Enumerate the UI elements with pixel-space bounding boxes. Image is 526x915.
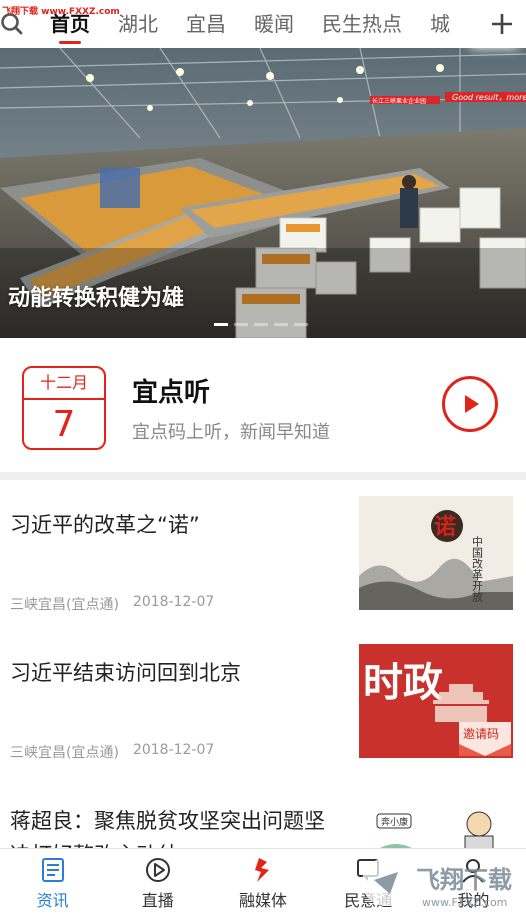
banner-pagination xyxy=(214,323,308,326)
banner-caption: 动能转换积健为雄 xyxy=(8,286,185,311)
calendar-month: 十二月 xyxy=(24,368,104,400)
thumb-label: 奔小康 xyxy=(381,816,408,828)
bottom-tab-live[interactable]: 直播 xyxy=(105,849,210,915)
tab-warm-news[interactable]: 暖闻 xyxy=(240,2,308,46)
news-date: 2018-12-07 xyxy=(132,742,215,758)
thumb-vertical-text: 中国改革开放 xyxy=(471,536,484,602)
audio-subtitle: 宜点码上听，新闻早知道 xyxy=(132,422,330,443)
news-thumbnail: 时政 邀请码 xyxy=(359,644,513,758)
news-list-item[interactable]: 习近平结束访问回到北京 三峡宜昌(宜点通) 2018-12-07 时政 邀请码 xyxy=(0,628,526,777)
calendar-icon: 十二月 7 xyxy=(22,366,106,450)
hero-banner[interactable]: 长江三峡果业企业园 Good result，more 动能转换积健为雄 xyxy=(0,48,526,338)
bottom-tab-label: 直播 xyxy=(141,890,174,910)
thumb-big-text: 时政 xyxy=(363,660,443,706)
bottom-tab-media[interactable]: 融媒体 xyxy=(210,849,315,915)
tab-city[interactable]: 城 xyxy=(416,2,464,46)
media-icon xyxy=(255,857,269,882)
news-date: 2018-12-07 xyxy=(132,594,215,610)
bottom-tab-profile[interactable]: 我的 xyxy=(421,849,526,915)
tab-yichang[interactable]: 宜昌 xyxy=(172,2,240,46)
opinion-icon xyxy=(357,858,380,881)
thumb-seal-char: 诺 xyxy=(434,514,456,540)
thumb-badge: 邀请码 xyxy=(463,726,499,741)
bottom-tab-label: 民意通 xyxy=(344,890,393,910)
audio-news-card[interactable]: 十二月 7 宜点听 宜点码上听，新闻早知道 xyxy=(0,338,526,472)
watermark-top: 飞翔下载 www.FXXZ.com xyxy=(2,7,120,17)
tab-livelihood[interactable]: 民生热点 xyxy=(308,2,416,46)
news-title: 习近平结束访问回到北京 xyxy=(10,661,241,685)
banner-sign-1: 长江三峡果业企业园 xyxy=(372,97,426,105)
news-meta: 三峡宜昌(宜点通) 2018-12-07 xyxy=(10,742,214,762)
section-divider xyxy=(0,472,526,480)
news-thumbnail: 诺 中国改革开放 xyxy=(359,496,513,610)
news-meta: 三峡宜昌(宜点通) 2018-12-07 xyxy=(10,594,214,614)
banner-dot[interactable] xyxy=(254,323,268,326)
bottom-tab-news[interactable]: 资讯 xyxy=(0,849,105,915)
news-source: 三峡宜昌(宜点通) xyxy=(10,597,119,613)
plus-icon xyxy=(492,14,512,34)
audio-title: 宜点听 xyxy=(132,378,211,408)
play-icon xyxy=(465,395,479,413)
banner-dot[interactable] xyxy=(274,323,288,326)
banner-dot[interactable] xyxy=(294,323,308,326)
audio-play-button[interactable] xyxy=(442,376,498,432)
bottom-tab-label: 资讯 xyxy=(36,890,69,910)
news-list-item[interactable]: 习近平的改革之“诺” 三峡宜昌(宜点通) 2018-12-07 诺 中国改革开放 xyxy=(0,480,526,629)
banner-sign-2: Good result，more xyxy=(452,93,526,102)
banner-dot[interactable] xyxy=(214,323,228,326)
calendar-day: 7 xyxy=(52,404,76,445)
bottom-tab-label: 我的 xyxy=(457,890,490,910)
banner-dot[interactable] xyxy=(234,323,248,326)
news-icon xyxy=(41,857,64,882)
add-channel-button[interactable] xyxy=(478,0,526,48)
live-play-icon xyxy=(145,857,170,882)
bottom-tab-label: 融媒体 xyxy=(239,890,288,910)
bottom-tab-bar: 资讯 直播 融媒体 民意通 我的 xyxy=(0,848,526,915)
user-icon xyxy=(462,858,485,883)
app-screen: 飞翔下载 www.FXXZ.com 首页 湖北 宜昌 暖闻 民生热点 城 长江三… xyxy=(0,0,526,915)
news-source: 三峡宜昌(宜点通) xyxy=(10,745,119,761)
news-title: 习近平的改革之“诺” xyxy=(10,513,200,537)
bottom-tab-opinion[interactable]: 民意通 xyxy=(316,849,421,915)
